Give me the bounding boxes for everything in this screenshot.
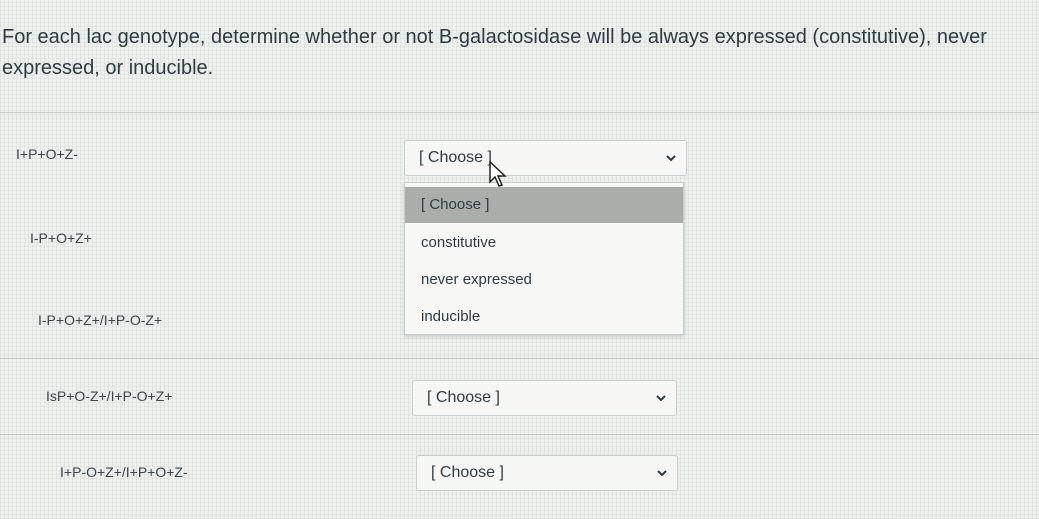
select-value: [ Choose ] bbox=[419, 149, 492, 166]
chevron-down-icon bbox=[656, 395, 666, 402]
dropdown-option-never-expressed[interactable]: never expressed bbox=[405, 262, 683, 298]
separator bbox=[0, 434, 1039, 435]
genotype-label-5: I+P-O+Z+/I+P+O+Z- bbox=[60, 464, 188, 480]
chevron-down-icon bbox=[657, 470, 667, 477]
dropdown-options-list: [ Choose ] constitutive never expressed … bbox=[404, 182, 684, 335]
question-prompt: For each lac genotype, determine whether… bbox=[2, 26, 987, 79]
separator bbox=[0, 112, 1039, 113]
answer-select-1[interactable]: [ Choose ] bbox=[404, 140, 687, 176]
chevron-down-icon bbox=[666, 155, 676, 162]
genotype-label-3: I-P+O+Z+/I+P-O-Z+ bbox=[38, 312, 163, 328]
dropdown-option-constitutive[interactable]: constitutive bbox=[405, 225, 683, 261]
select-value: [ Choose ] bbox=[431, 464, 504, 481]
select-value: [ Choose ] bbox=[427, 389, 500, 406]
genotype-label-2: I-P+O+Z+ bbox=[30, 230, 92, 246]
separator bbox=[0, 358, 1039, 359]
genotype-label-4: IsP+O-Z+/I+P-O+Z+ bbox=[46, 388, 173, 404]
dropdown-option-inducible[interactable]: inducible bbox=[405, 299, 683, 335]
genotype-label-1: I+P+O+Z- bbox=[16, 146, 78, 162]
answer-select-5[interactable]: [ Choose ] bbox=[416, 455, 678, 491]
answer-select-4[interactable]: [ Choose ] bbox=[412, 380, 677, 416]
dropdown-option-choose[interactable]: [ Choose ] bbox=[405, 187, 683, 223]
mouse-pointer-icon bbox=[489, 160, 507, 187]
